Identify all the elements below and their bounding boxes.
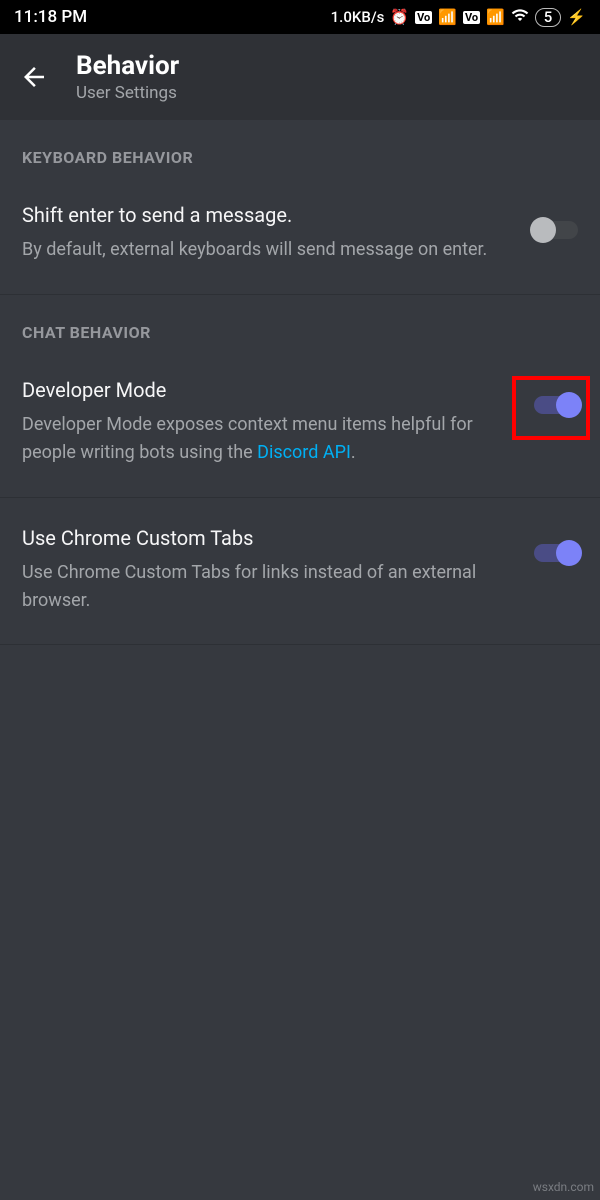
- battery-indicator: 5: [535, 8, 562, 27]
- section-header-keyboard: KEYBOARD BEHAVIOR: [0, 120, 600, 175]
- section-header-chat: CHAT BEHAVIOR: [0, 295, 600, 350]
- alarm-icon: ⏰: [390, 8, 409, 26]
- chrome-tabs-toggle[interactable]: [534, 544, 578, 562]
- wifi-icon: [511, 6, 529, 28]
- desc-pre: Developer Mode exposes context menu item…: [22, 414, 473, 463]
- page-subtitle: User Settings: [76, 83, 179, 103]
- setting-title: Use Chrome Custom Tabs: [22, 526, 518, 551]
- app-bar: Behavior User Settings: [0, 34, 600, 120]
- charging-icon: ⚡: [567, 8, 586, 26]
- setting-title: Developer Mode: [22, 378, 518, 403]
- setting-developer-mode[interactable]: Developer Mode Developer Mode exposes co…: [0, 350, 600, 498]
- status-netspeed: 1.0KB/s: [331, 8, 385, 26]
- status-icons: 1.0KB/s ⏰ Vo 📶 Vo 📶 5 ⚡: [331, 6, 586, 28]
- setting-desc: Use Chrome Custom Tabs for links instead…: [22, 559, 518, 615]
- content: KEYBOARD BEHAVIOR Shift enter to send a …: [0, 120, 600, 645]
- arrow-left-icon: [19, 62, 49, 92]
- setting-shift-enter[interactable]: Shift enter to send a message. By defaul…: [0, 175, 600, 295]
- shift-enter-toggle[interactable]: [534, 221, 578, 239]
- developer-mode-toggle[interactable]: [534, 396, 578, 414]
- setting-chrome-tabs[interactable]: Use Chrome Custom Tabs Use Chrome Custom…: [0, 498, 600, 646]
- toggle-knob: [556, 540, 582, 566]
- setting-desc: Developer Mode exposes context menu item…: [22, 411, 518, 467]
- setting-title: Shift enter to send a message.: [22, 203, 518, 228]
- volte-icon-2: Vo: [463, 11, 480, 24]
- signal-icon-1: 📶: [438, 8, 457, 26]
- back-button[interactable]: [18, 61, 50, 93]
- desc-post: .: [351, 442, 356, 463]
- watermark: wsxdn.com: [533, 1180, 594, 1194]
- setting-desc: By default, external keyboards will send…: [22, 236, 518, 264]
- status-bar: 11:18 PM 1.0KB/s ⏰ Vo 📶 Vo 📶 5 ⚡: [0, 0, 600, 34]
- page-title: Behavior: [76, 51, 179, 82]
- volte-icon: Vo: [415, 11, 432, 24]
- signal-icon-2: 📶: [486, 8, 505, 26]
- toggle-knob: [530, 217, 556, 243]
- toggle-knob: [556, 392, 582, 418]
- discord-api-link[interactable]: Discord API: [257, 442, 351, 463]
- status-time: 11:18 PM: [14, 7, 87, 27]
